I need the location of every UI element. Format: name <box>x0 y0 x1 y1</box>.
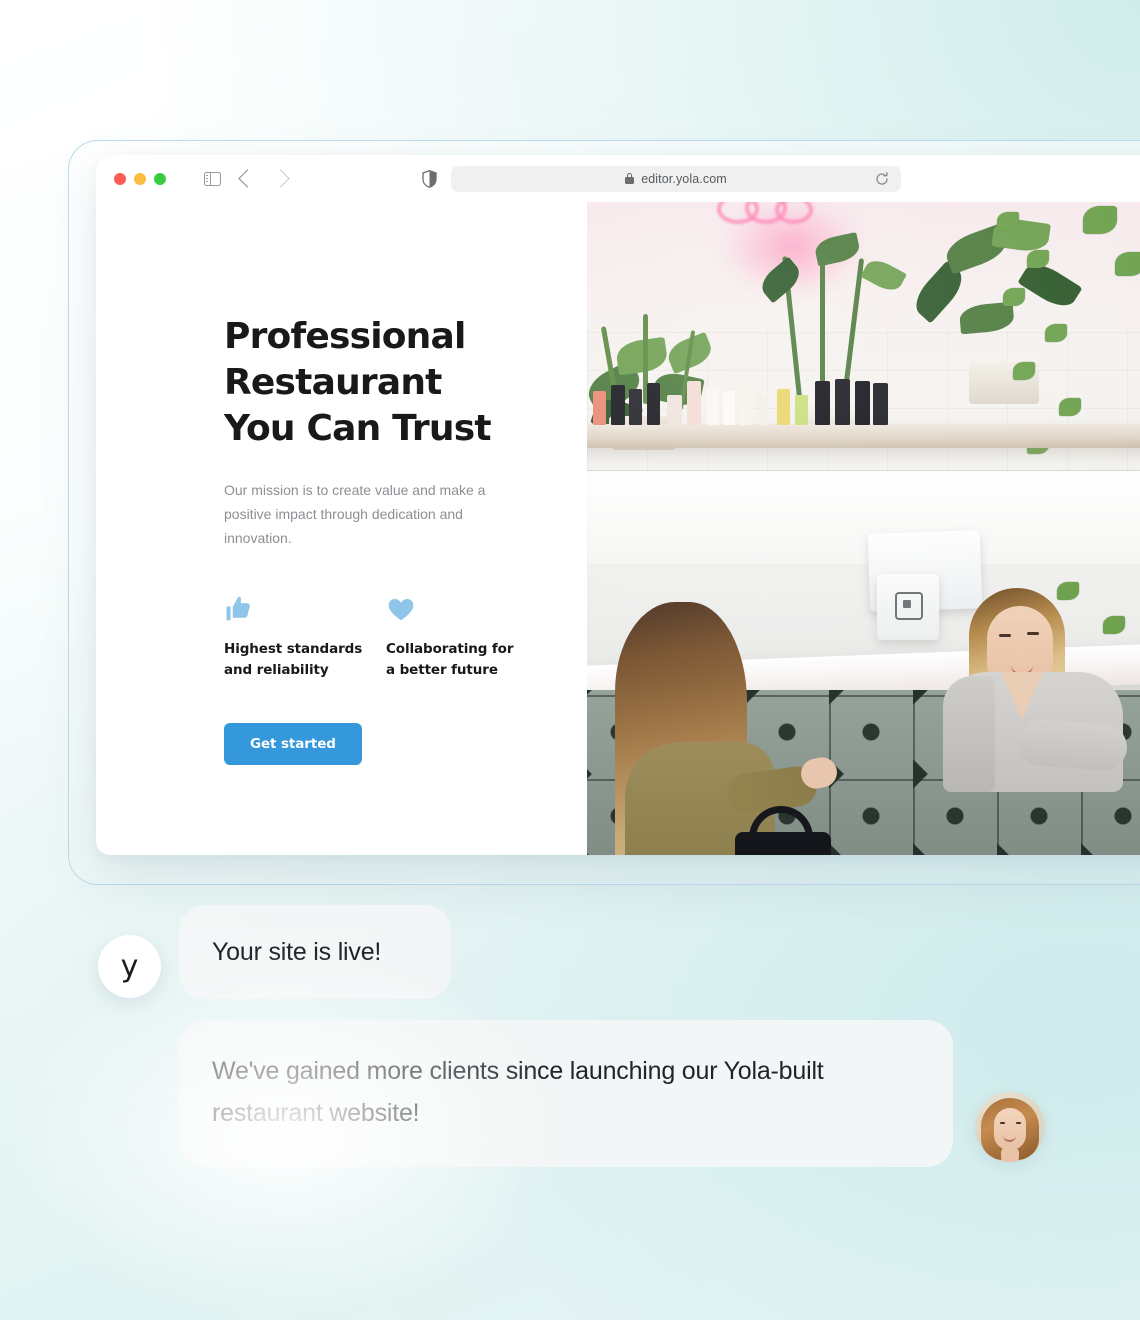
feature-list: Highest standards and reliability Collab… <box>224 594 587 681</box>
brand-avatar: y <box>98 935 161 998</box>
site-preview: Professional Restaurant You Can Trust Ou… <box>96 202 1140 855</box>
feature-item-standards: Highest standards and reliability <box>224 594 386 681</box>
chat-message-text: We've gained more clients since launchin… <box>212 1057 824 1127</box>
feature-label: Collaborating for a better future <box>386 641 514 678</box>
sidebar-icon[interactable] <box>204 171 221 186</box>
hero-text-panel: Professional Restaurant You Can Trust Ou… <box>96 202 587 855</box>
chevron-left-icon <box>238 169 257 188</box>
lock-icon <box>625 173 635 184</box>
hero-subtext: Our mission is to create value and make … <box>224 482 486 546</box>
url-text: editor.yola.com <box>641 171 727 186</box>
page-canvas: editor.yola.com Professional Restaurant … <box>0 0 1140 1320</box>
back-button[interactable] <box>238 169 257 188</box>
browser-toolbar: editor.yola.com <box>96 155 1140 202</box>
heart-icon <box>386 594 548 626</box>
browser-nav-controls[interactable] <box>204 169 290 188</box>
thumbs-up-icon <box>224 594 386 626</box>
browser-window: editor.yola.com Professional Restaurant … <box>96 155 1140 855</box>
chat-message-text: Your site is live! <box>212 937 382 966</box>
chat-bubble-user: We've gained more clients since launchin… <box>179 1020 953 1167</box>
reload-icon[interactable] <box>875 171 889 186</box>
window-controls[interactable] <box>114 172 166 185</box>
get-started-button[interactable]: Get started <box>224 723 362 765</box>
feature-item-collaboration: Collaborating for a better future <box>386 594 548 681</box>
forward-button[interactable] <box>271 169 290 188</box>
minimize-window-button[interactable] <box>134 172 146 185</box>
avatar <box>975 1092 1045 1162</box>
hero-photo <box>587 202 1140 855</box>
chevron-right-icon <box>271 169 290 188</box>
zoom-window-button[interactable] <box>154 172 166 185</box>
page-title: Professional Restaurant You Can Trust <box>224 316 492 449</box>
close-window-button[interactable] <box>114 172 126 185</box>
chat-bubble-brand: Your site is live! <box>179 905 451 999</box>
feature-label: Highest standards and reliability <box>224 641 363 678</box>
shield-icon[interactable] <box>422 169 437 188</box>
address-bar[interactable]: editor.yola.com <box>451 165 901 192</box>
